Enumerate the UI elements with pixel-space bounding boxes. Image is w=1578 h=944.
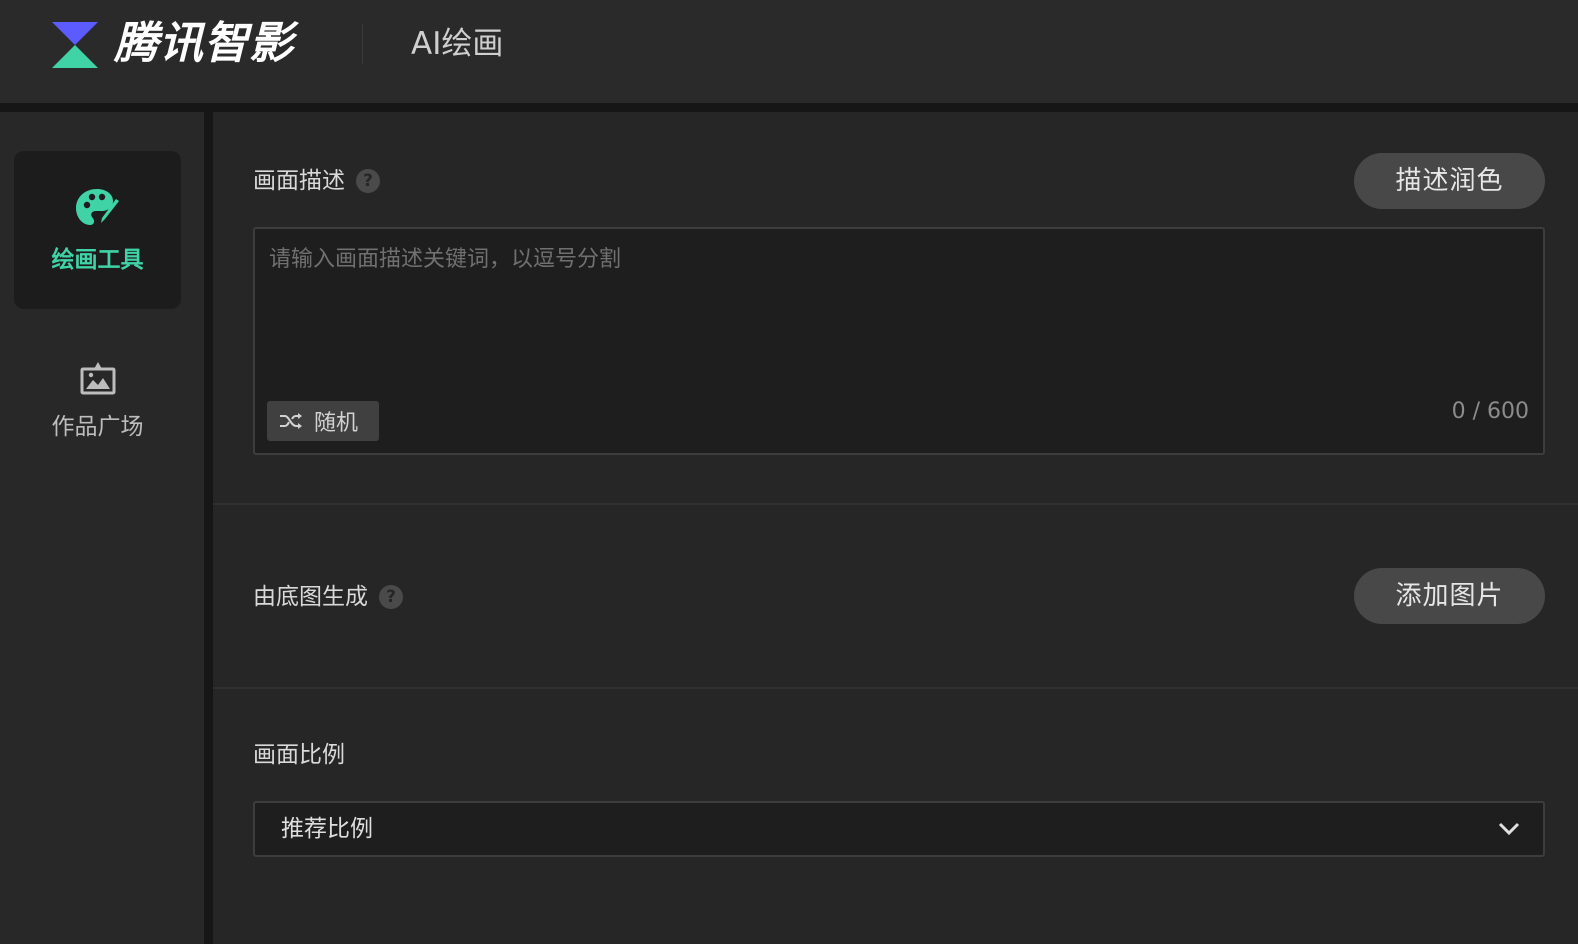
- shuffle-icon: [280, 413, 302, 429]
- description-label: 画面描述: [253, 168, 345, 194]
- base-image-label: 由底图生成: [253, 584, 368, 610]
- description-input-box: 随机 0 / 600: [253, 227, 1545, 455]
- random-button-label: 随机: [314, 411, 359, 436]
- sidebar-divider: [204, 112, 213, 944]
- section-divider: [213, 687, 1578, 689]
- ratio-select[interactable]: 推荐比例: [253, 801, 1545, 857]
- tencent-zenvideo-logo-icon[interactable]: [52, 22, 98, 68]
- top-header: 腾讯智影 AI绘画: [0, 0, 1578, 103]
- page-title: AI绘画: [411, 26, 504, 62]
- section-divider: [213, 503, 1578, 505]
- brand-name[interactable]: 腾讯智影: [114, 16, 294, 72]
- question-circle-icon[interactable]: ?: [356, 169, 380, 193]
- sidebar-item-label: 作品广场: [51, 414, 144, 440]
- question-circle-icon[interactable]: ?: [379, 585, 403, 609]
- palette-icon: [14, 187, 181, 231]
- base-image-section-title: 由底图生成 ?: [253, 582, 403, 612]
- chevron-down-icon: [1498, 822, 1520, 836]
- sidebar-item-drawing-tools[interactable]: 绘画工具: [14, 151, 181, 309]
- sidebar: 绘画工具 作品广场: [0, 112, 204, 944]
- ratio-select-value: 推荐比例: [281, 816, 373, 842]
- polish-description-button[interactable]: 描述润色: [1354, 153, 1545, 209]
- drawing-panel: 画面描述 ? 描述润色 随机 0 / 600 由底图生成 ? 添加图片 画面比例…: [213, 112, 1578, 944]
- gallery-icon: [14, 361, 181, 395]
- header-divider-bar: [0, 103, 1578, 112]
- sidebar-item-label: 绘画工具: [51, 247, 144, 273]
- ratio-section-title: 画面比例: [253, 740, 345, 770]
- character-counter: 0 / 600: [1451, 399, 1529, 424]
- sidebar-item-gallery[interactable]: 作品广场: [14, 317, 181, 475]
- ratio-label: 画面比例: [253, 742, 345, 768]
- description-section-title: 画面描述 ?: [253, 166, 380, 196]
- random-button[interactable]: 随机: [267, 401, 379, 441]
- add-image-button[interactable]: 添加图片: [1354, 568, 1545, 624]
- description-textarea[interactable]: [255, 229, 1543, 453]
- header-divider: [362, 24, 363, 64]
